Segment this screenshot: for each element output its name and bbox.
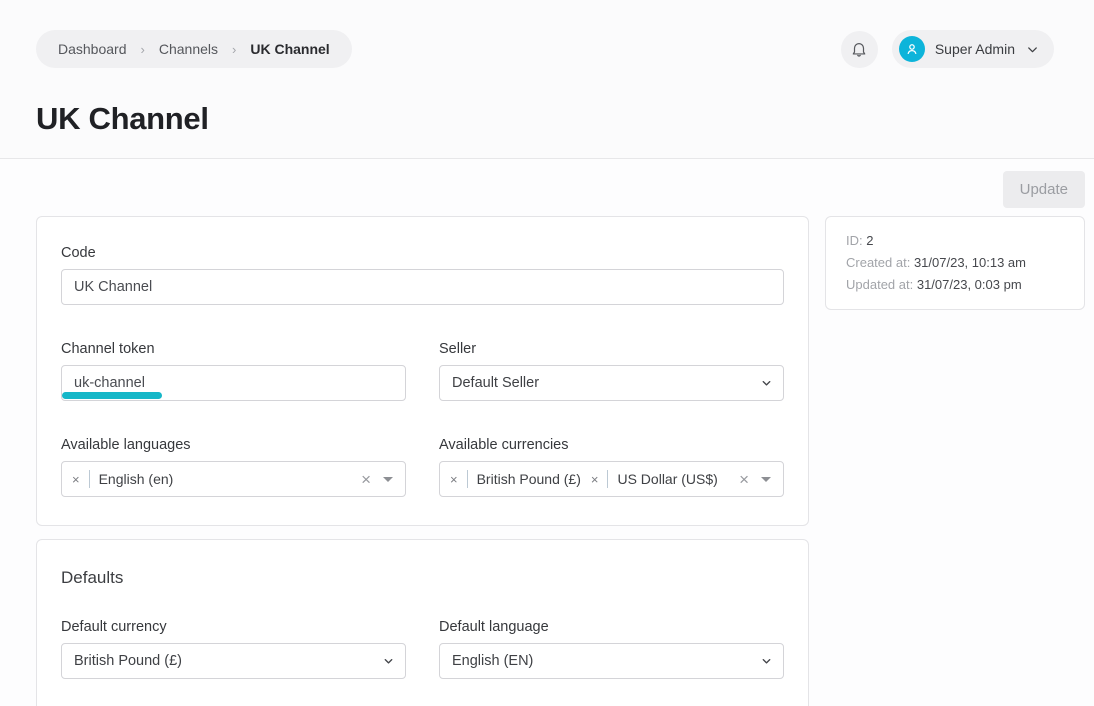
- seller-label: Seller: [439, 341, 784, 357]
- update-button[interactable]: Update: [1003, 171, 1085, 208]
- breadcrumb-item-current: UK Channel: [250, 41, 329, 57]
- avatar: [899, 36, 925, 62]
- user-name: Super Admin: [935, 41, 1015, 57]
- chip-label: US Dollar (US$): [617, 471, 717, 487]
- app-header: Dashboard › Channels › UK Channel: [0, 0, 1094, 159]
- seller-field-group: Seller Default Seller: [439, 341, 784, 401]
- header-actions: Super Admin: [841, 30, 1054, 68]
- channel-token-label: Channel token: [61, 341, 406, 357]
- caret-down-icon[interactable]: [383, 477, 393, 482]
- clear-all-icon[interactable]: ×: [361, 471, 371, 488]
- currency-chip: × US Dollar (US$): [591, 470, 718, 488]
- defaults-row: Default currency British Pound (£) Defau…: [61, 619, 784, 679]
- clear-all-icon[interactable]: ×: [739, 471, 749, 488]
- page-title: UK Channel: [36, 101, 1094, 137]
- notifications-button[interactable]: [841, 31, 878, 68]
- breadcrumb-item-channels[interactable]: Channels: [159, 41, 218, 57]
- id-value: 2: [866, 233, 873, 248]
- bell-icon: [850, 40, 868, 58]
- aside-column: ID: 2 Created at: 31/07/23, 10:13 am Upd…: [825, 216, 1085, 310]
- breadcrumb-separator-icon: ›: [141, 42, 145, 57]
- user-menu[interactable]: Super Admin: [892, 30, 1054, 68]
- chevron-down-icon: [1025, 42, 1040, 57]
- code-field-group: Code: [61, 245, 784, 305]
- remove-chip-icon[interactable]: ×: [450, 473, 458, 486]
- updated-at-label: Updated at:: [846, 277, 913, 292]
- entity-id-row: ID: 2: [846, 230, 1064, 252]
- breadcrumb-separator-icon: ›: [232, 42, 236, 57]
- toolbar: Update: [36, 171, 1085, 208]
- updated-at-value: 31/07/23, 0:03 pm: [917, 277, 1022, 292]
- id-label: ID:: [846, 233, 863, 248]
- remove-chip-icon[interactable]: ×: [72, 473, 80, 486]
- channel-details-card: Code Channel token Seller: [36, 216, 809, 526]
- created-at-label: Created at:: [846, 255, 910, 270]
- available-currencies-field-group: Available currencies × British Pound (£)…: [439, 437, 784, 497]
- default-language-field-group: Default language English (EN): [439, 619, 784, 679]
- currency-chip: × British Pound (£): [450, 470, 581, 488]
- remove-chip-icon[interactable]: ×: [591, 473, 599, 486]
- available-languages-label: Available languages: [61, 437, 406, 453]
- caret-down-icon[interactable]: [761, 477, 771, 482]
- chip-divider: [467, 470, 468, 488]
- code-input[interactable]: [61, 269, 784, 305]
- languages-currencies-row: Available languages × English (en) ×: [61, 437, 784, 497]
- token-accent-underline: [62, 392, 162, 399]
- main-content: Update Code Channel token: [0, 159, 1094, 706]
- channel-token-field-group: Channel token: [61, 341, 406, 401]
- chip-label: English (en): [99, 471, 174, 487]
- created-at-row: Created at: 31/07/23, 10:13 am: [846, 252, 1064, 274]
- default-currency-label: Default currency: [61, 619, 406, 635]
- code-label: Code: [61, 245, 784, 261]
- main-column: Code Channel token Seller: [36, 216, 809, 706]
- chip-divider: [607, 470, 608, 488]
- chip-label: British Pound (£): [477, 471, 581, 487]
- defaults-card: Defaults Default currency British Pound …: [36, 539, 809, 706]
- top-bar: Dashboard › Channels › UK Channel: [0, 0, 1094, 68]
- content-layout: Code Channel token Seller: [36, 216, 1094, 706]
- available-languages-multiselect[interactable]: × English (en) ×: [61, 461, 406, 497]
- breadcrumb-item-dashboard[interactable]: Dashboard: [58, 41, 127, 57]
- breadcrumb: Dashboard › Channels › UK Channel: [36, 30, 352, 68]
- seller-select[interactable]: Default Seller: [439, 365, 784, 401]
- updated-at-row: Updated at: 31/07/23, 0:03 pm: [846, 274, 1064, 296]
- token-seller-row: Channel token Seller Default Seller: [61, 341, 784, 401]
- available-currencies-label: Available currencies: [439, 437, 784, 453]
- available-currencies-multiselect[interactable]: × British Pound (£) × US Dollar (US$): [439, 461, 784, 497]
- available-languages-field-group: Available languages × English (en) ×: [61, 437, 406, 497]
- person-icon: [904, 41, 920, 57]
- default-language-select[interactable]: English (EN): [439, 643, 784, 679]
- language-chip: × English (en): [72, 470, 173, 488]
- defaults-section-title: Defaults: [61, 568, 784, 588]
- created-at-value: 31/07/23, 10:13 am: [914, 255, 1026, 270]
- default-language-label: Default language: [439, 619, 784, 635]
- chip-divider: [89, 470, 90, 488]
- default-currency-field-group: Default currency British Pound (£): [61, 619, 406, 679]
- entity-meta-card: ID: 2 Created at: 31/07/23, 10:13 am Upd…: [825, 216, 1085, 310]
- default-currency-select[interactable]: British Pound (£): [61, 643, 406, 679]
